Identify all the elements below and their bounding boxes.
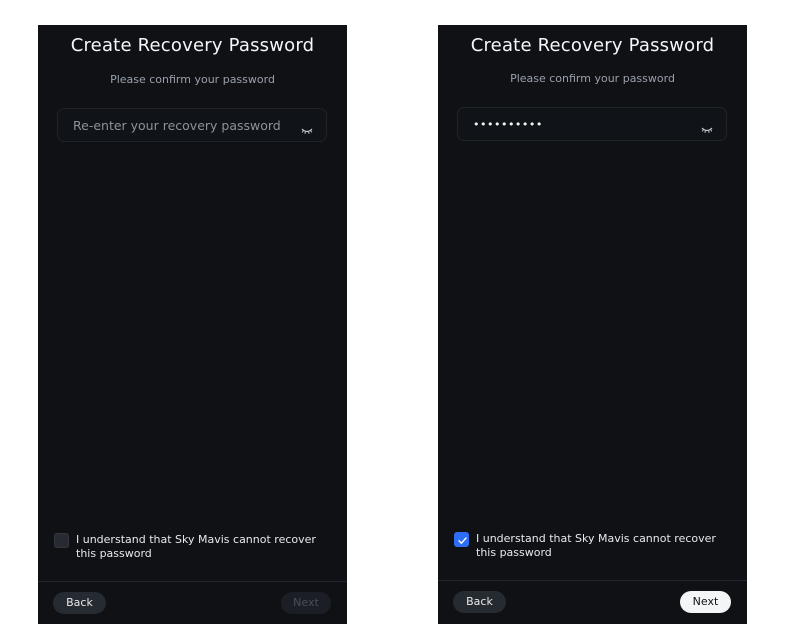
acknowledge-label: I understand that Sky Mavis cannot recov…: [476, 532, 716, 559]
comparison-canvas: Create Recovery Password Please confirm …: [0, 0, 801, 639]
recovery-password-screen-filled: Create Recovery Password Please confirm …: [438, 25, 747, 624]
recovery-password-screen-empty: Create Recovery Password Please confirm …: [38, 25, 347, 624]
password-placeholder: Re-enter your recovery password: [73, 118, 281, 133]
acknowledge-checkbox-checked[interactable]: [454, 532, 469, 547]
back-button[interactable]: Back: [453, 591, 506, 613]
page-subtitle: Please confirm your password: [510, 72, 675, 85]
page-title: Create Recovery Password: [470, 35, 715, 56]
confirm-password-input[interactable]: Re-enter your recovery password: [57, 108, 327, 142]
page-title: Create Recovery Password: [70, 35, 315, 56]
acknowledge-checkbox[interactable]: [54, 533, 69, 548]
password-value: ••••••••••: [473, 118, 543, 131]
eye-closed-icon[interactable]: [701, 120, 713, 133]
page-subtitle: Please confirm your password: [110, 73, 275, 86]
confirm-password-input[interactable]: ••••••••••: [457, 107, 727, 141]
eye-closed-icon[interactable]: [301, 121, 313, 134]
next-button[interactable]: Next: [680, 591, 731, 613]
footer-divider: [438, 580, 747, 581]
back-button[interactable]: Back: [53, 592, 106, 614]
acknowledge-label: I understand that Sky Mavis cannot recov…: [76, 533, 316, 560]
footer-divider: [38, 581, 347, 582]
next-button-disabled[interactable]: Next: [281, 592, 331, 614]
checkmark-icon: [458, 537, 467, 544]
